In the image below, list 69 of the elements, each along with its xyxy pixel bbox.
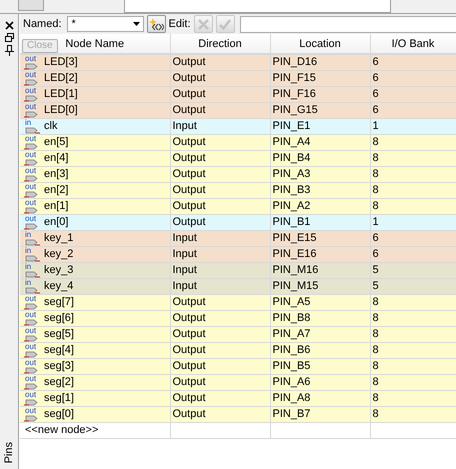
table-row[interactable]: out seg[1] Output PIN_A8 8 <box>20 390 456 406</box>
table-row[interactable]: out en[2] Output PIN_B3 8 <box>20 182 456 198</box>
node-name: en[5] <box>44 135 68 150</box>
pin-icon[interactable] <box>4 45 14 56</box>
bank-cell: 8 <box>370 406 456 422</box>
tooltip: Close <box>22 39 58 53</box>
table-row[interactable]: in key_2 Input PIN_E16 6 <box>20 246 456 262</box>
table-row[interactable]: out seg[6] Output PIN_B8 8 <box>20 310 456 326</box>
node-name: seg[1] <box>44 391 74 406</box>
close-icon[interactable] <box>4 21 14 30</box>
node-name: seg[5] <box>44 327 74 342</box>
location-cell: PIN_B7 <box>270 406 370 422</box>
node-name: LED[2] <box>44 71 78 86</box>
node-name: LED[1] <box>44 87 78 102</box>
restore-icon[interactable] <box>4 33 14 42</box>
table-row[interactable]: in key_3 Input PIN_M16 5 <box>20 262 456 278</box>
tab-handle[interactable] <box>18 0 44 11</box>
filter-button[interactable] <box>146 15 166 33</box>
table-row[interactable]: out seg[4] Output PIN_B6 8 <box>20 342 456 358</box>
column-header[interactable]: Direction <box>170 34 270 54</box>
node-name: seg[6] <box>44 311 74 326</box>
cross-icon <box>198 18 209 30</box>
node-name: seg[0] <box>44 407 74 422</box>
edit-field[interactable] <box>240 16 456 32</box>
column-header[interactable]: Location <box>270 34 370 54</box>
node-name: key_3 <box>44 263 74 278</box>
table-row[interactable]: in clk Input PIN_E1 1 <box>20 118 456 134</box>
table-row[interactable]: out en[4] Output PIN_B4 8 <box>20 150 456 166</box>
node-name: key_4 <box>44 279 74 294</box>
new-node-cell[interactable]: <<new node>> <box>20 422 170 438</box>
table-row[interactable]: out seg[7] Output PIN_A5 8 <box>20 294 456 310</box>
node-name: key_1 <box>44 231 74 246</box>
edit-label: Edit: <box>168 18 191 30</box>
node-name: seg[3] <box>44 359 74 374</box>
panel-title[interactable]: Pins <box>3 442 15 463</box>
table-row[interactable]: out LED[0] Output PIN_G15 6 <box>20 102 456 118</box>
table-row[interactable]: out en[3] Output PIN_A3 8 <box>20 166 456 182</box>
sparkle-arrows-icon <box>148 18 164 30</box>
table-row[interactable]: in key_4 Input PIN_M15 5 <box>20 278 456 294</box>
table-row[interactable]: out en[0] Output PIN_B1 1 <box>20 214 456 230</box>
named-label: Named: <box>23 18 62 30</box>
node-name: seg[7] <box>44 295 74 310</box>
table-row[interactable]: out LED[1] Output PIN_F16 6 <box>20 86 456 102</box>
table-row[interactable]: in key_1 Input PIN_E15 6 <box>20 230 456 246</box>
direction-cell: Output <box>170 406 270 422</box>
table-row[interactable]: out LED[3] Output PIN_D16 6 <box>20 54 456 70</box>
named-value: * <box>72 18 76 30</box>
table-row[interactable]: out en[5] Output PIN_A4 8 <box>20 134 456 150</box>
node-name: en[0] <box>44 215 68 230</box>
node-name: en[3] <box>44 167 68 182</box>
node-name: en[4] <box>44 151 68 166</box>
named-combo[interactable]: * <box>66 16 144 32</box>
dropdown-caret-icon <box>132 22 140 26</box>
table-row[interactable]: out en[1] Output PIN_A2 8 <box>20 198 456 214</box>
node-name: clk <box>44 119 58 134</box>
table-row[interactable]: out LED[2] Output PIN_F15 6 <box>20 70 456 86</box>
node-name: en[1] <box>44 199 68 214</box>
node-name: LED[0] <box>44 103 78 118</box>
node-name: en[2] <box>44 183 68 198</box>
table-row[interactable]: out seg[3] Output PIN_B5 8 <box>20 358 456 374</box>
node-name: seg[2] <box>44 375 74 390</box>
node-name: seg[4] <box>44 343 74 358</box>
check-icon <box>219 18 232 30</box>
table-row[interactable]: out seg[2] Output PIN_A6 8 <box>20 374 456 390</box>
node-name: key_2 <box>44 247 74 262</box>
table-row[interactable]: out seg[0] Output PIN_B7 8 <box>20 406 456 422</box>
column-header[interactable]: I/O Bank <box>370 34 456 54</box>
node-name: LED[3] <box>44 55 78 70</box>
table-row[interactable]: out seg[5] Output PIN_A7 8 <box>20 326 456 342</box>
